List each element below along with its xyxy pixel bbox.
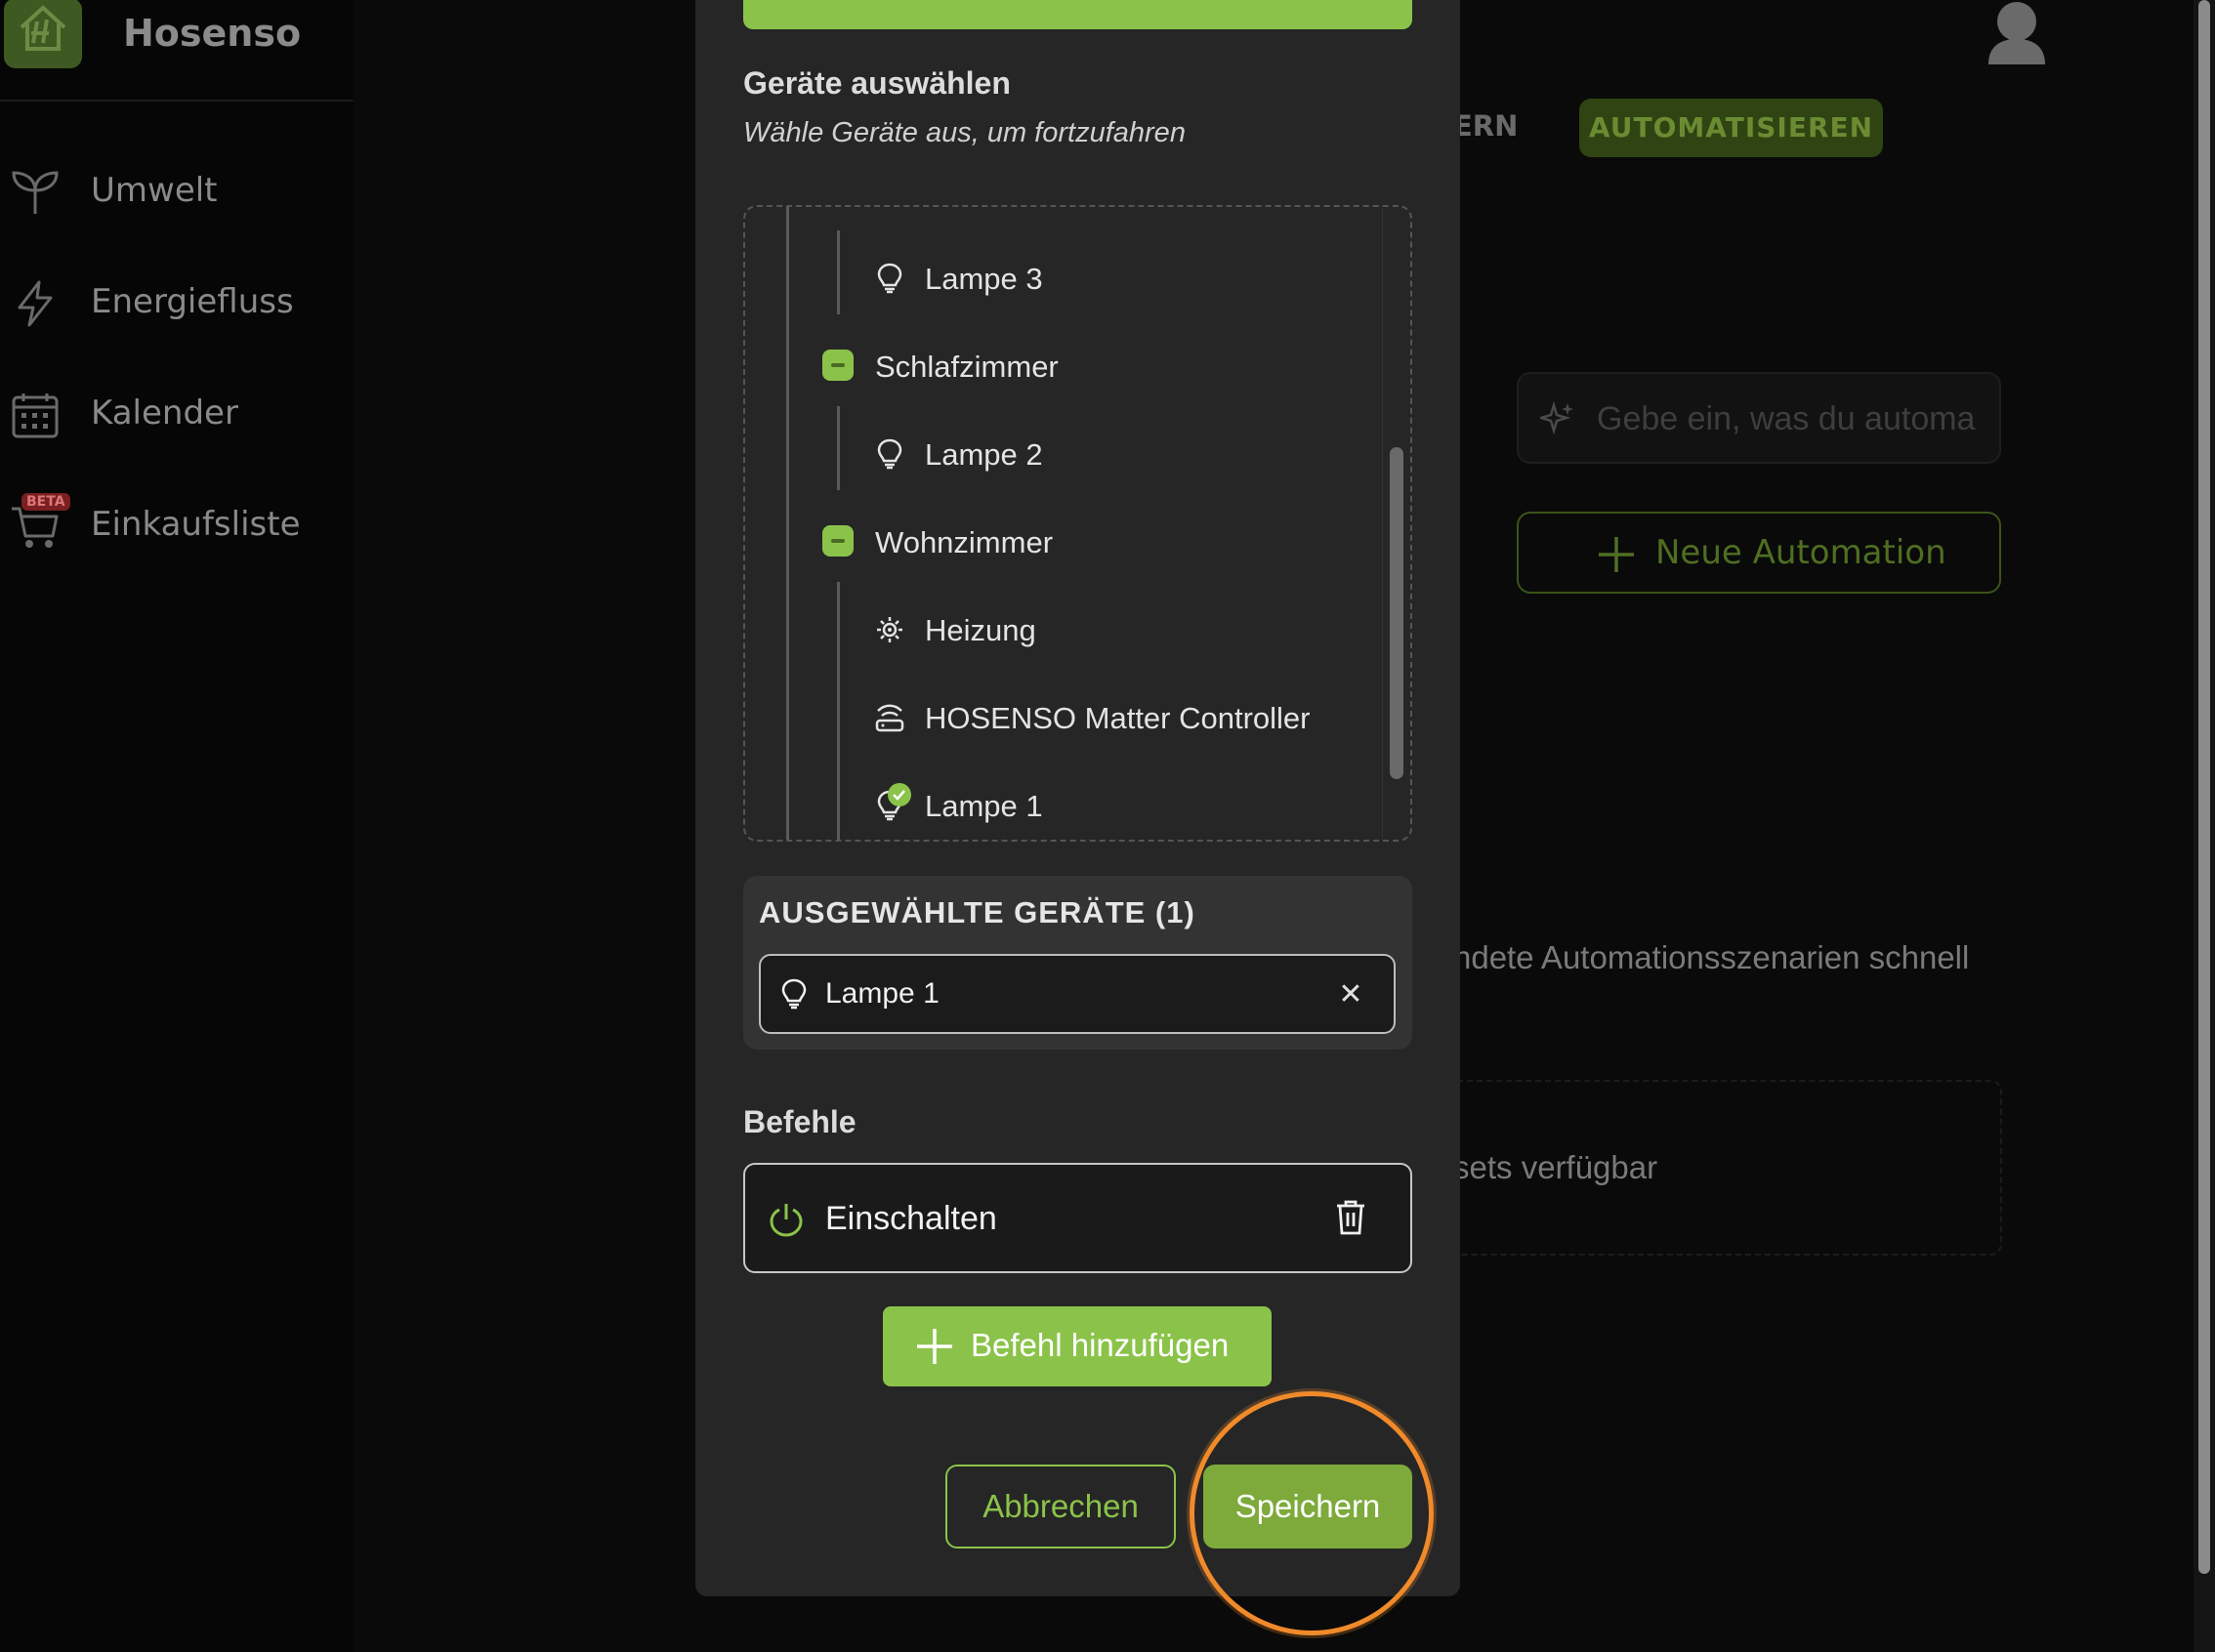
selected-device-chip: Lampe 1 ✕: [759, 954, 1396, 1034]
heater-icon: [877, 617, 902, 642]
tab-automatisieren[interactable]: AUTOMATISIEREN: [1579, 99, 1883, 157]
sidebar: Hosenso Umwelt Energiefluss Kalender BET…: [0, 0, 354, 1652]
sidebar-item-label: Kalender: [91, 393, 238, 433]
selected-devices-title: AUSGEWÄHLTE GERÄTE (1): [759, 895, 1195, 929]
bulb-icon: [877, 438, 902, 470]
calendar-icon: [12, 393, 59, 438]
tree-item-label: Heizung: [925, 613, 1036, 647]
sidebar-item-label: Energiefluss: [91, 282, 294, 321]
tree-connector-line: [786, 207, 789, 840]
command-label: Einschalten: [825, 1200, 997, 1237]
sidebar-item-einkaufsliste[interactable]: BETA Einkaufsliste: [0, 487, 354, 565]
ai-automation-input[interactable]: [1597, 395, 1987, 442]
sidebar-item-kalender[interactable]: Kalender: [0, 376, 354, 454]
sidebar-item-energiefluss[interactable]: Energiefluss: [0, 265, 354, 343]
cancel-button[interactable]: Abbrechen: [945, 1465, 1176, 1549]
tree-item-label: Wohnzimmer: [875, 525, 1054, 559]
tree-item-label: Lampe 3: [925, 262, 1043, 296]
page-scrollbar-thumb[interactable]: [2198, 0, 2210, 1574]
beta-badge: BETA: [21, 493, 70, 511]
router-icon: [875, 704, 904, 732]
brand-name: Hosenso: [123, 12, 302, 55]
bulb-icon: [781, 978, 807, 1010]
modal-top-button-edge[interactable]: [743, 0, 1412, 29]
command-item[interactable]: Einschalten: [743, 1163, 1412, 1273]
sidebar-item-label: Umwelt: [91, 171, 218, 210]
tree-connector-line: [837, 582, 840, 840]
device-tree[interactable]: Lampe 3 Schlafzimmer Lampe 2 Wohnzimmer …: [743, 205, 1412, 842]
remove-device-close-icon[interactable]: ✕: [1329, 973, 1372, 1016]
plus-icon: [917, 1329, 952, 1364]
lightning-icon: [18, 280, 53, 327]
selected-device-label: Lampe 1: [825, 977, 940, 1010]
sidebar-item-umwelt[interactable]: Umwelt: [0, 153, 354, 231]
modal-subtitle: Wähle Geräte aus, um fortzufahren: [743, 117, 1186, 148]
ai-automation-input-container: [1517, 372, 2001, 464]
selected-devices-panel: AUSGEWÄHLTE GERÄTE (1) Lampe 1 ✕: [743, 876, 1412, 1050]
sparkle-icon: [1540, 401, 1573, 435]
tree-scrollbar-thumb[interactable]: [1390, 447, 1403, 779]
page-scrollbar[interactable]: [2194, 0, 2215, 1652]
trash-icon[interactable]: [1333, 1198, 1368, 1237]
collapse-toggle-icon[interactable]: [822, 350, 854, 381]
sidebar-item-label: Einkaufsliste: [91, 505, 301, 544]
tree-item-label: Lampe 1: [925, 789, 1043, 823]
presets-empty-text: sets verfügbar: [1453, 1149, 1658, 1185]
presets-description: ndete Automationsszenarien schnell: [1453, 939, 1970, 975]
new-automation-label: Neue Automation: [1655, 533, 1946, 572]
plus-icon: [1599, 537, 1634, 572]
modal-title: Geräte auswählen: [743, 65, 1011, 101]
new-automation-button[interactable]: Neue Automation: [1517, 512, 2001, 594]
sprout-icon: [12, 171, 59, 214]
tree-connector-line: [837, 230, 840, 314]
collapse-toggle-icon[interactable]: [822, 525, 854, 557]
power-icon: [770, 1204, 803, 1237]
brand-header: Hosenso: [0, 0, 354, 102]
hosenso-logo-icon[interactable]: [4, 0, 82, 68]
click-highlight-ring: [1190, 1391, 1434, 1635]
tree-item-label: HOSENSO Matter Controller: [925, 701, 1311, 735]
tree-connector-line: [837, 406, 840, 490]
add-command-button[interactable]: Befehl hinzufügen: [883, 1306, 1272, 1386]
tree-item-label: Lampe 2: [925, 437, 1043, 472]
user-avatar-icon[interactable]: [1983, 0, 2051, 64]
bulb-icon: [877, 263, 902, 294]
commands-title: Befehle: [743, 1104, 857, 1139]
tab-partial[interactable]: ERN: [1453, 109, 1518, 143]
add-command-label: Befehl hinzufügen: [971, 1327, 1230, 1363]
bulb-checked-icon: [877, 783, 911, 821]
tree-item-label: Schlafzimmer: [875, 350, 1059, 384]
